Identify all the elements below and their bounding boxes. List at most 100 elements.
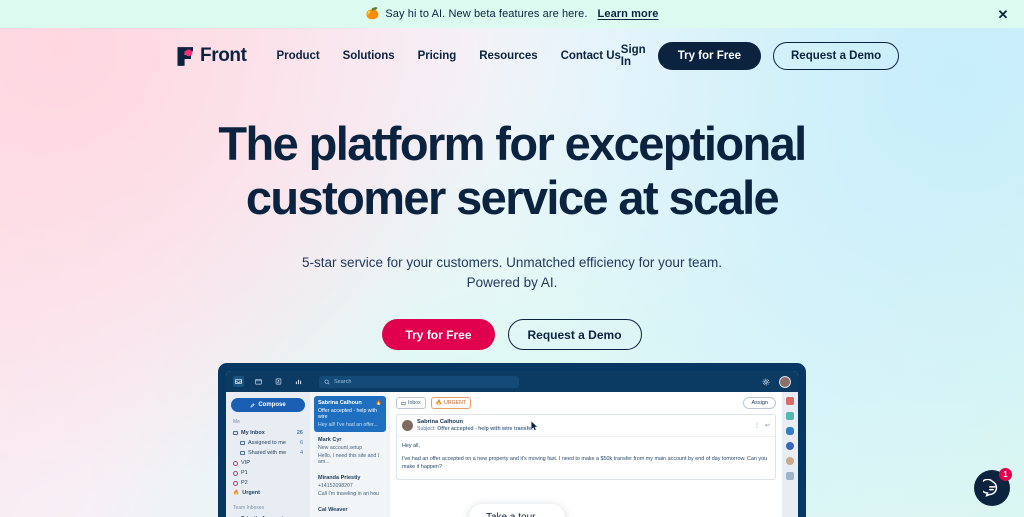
message-greeting: Hey all, xyxy=(402,443,420,449)
list-item-preview: Call I'm traveling in an hou xyxy=(318,491,379,497)
nav-item-solutions[interactable]: Solutions xyxy=(343,50,395,62)
rail-icon-add[interactable] xyxy=(786,472,794,480)
app-right-rail xyxy=(782,392,798,517)
tag-urgent-label: URGENT xyxy=(444,400,467,406)
sign-in-link[interactable]: Sign In xyxy=(621,44,646,68)
hero-subheadline: 5-star service for your customers. Unmat… xyxy=(302,255,722,290)
page-background: Front Product Solutions Pricing Resource… xyxy=(0,28,1024,517)
hero-cta-group: Try for Free Request a Demo xyxy=(0,319,1024,350)
front-logo[interactable]: Front xyxy=(176,45,247,67)
sidebar-group-me: Me xyxy=(233,419,240,425)
app-search-input[interactable]: Search xyxy=(319,375,519,388)
chat-bubble-icon xyxy=(982,478,997,497)
list-item[interactable]: Cal Weaver xyxy=(314,502,386,517)
inbox-icon xyxy=(233,431,238,435)
fire-icon: 🔥 xyxy=(233,490,240,496)
sidebar-item-label: P2 xyxy=(241,480,248,486)
announcement-text: Say hi to AI. New beta features are here… xyxy=(385,8,588,20)
rail-icon-chat[interactable] xyxy=(786,427,794,435)
rail-icon-teal[interactable] xyxy=(786,412,794,420)
nav-item-pricing[interactable]: Pricing xyxy=(418,50,457,62)
mouse-cursor-icon xyxy=(531,421,538,431)
sidebar-item-label: My Inbox xyxy=(241,430,265,436)
app-body: Compose Me My Inbox 26 Assigned to me 6 xyxy=(226,392,798,517)
close-icon[interactable]: ✕ xyxy=(996,7,1010,21)
top-navigation: Front Product Solutions Pricing Resource… xyxy=(0,32,1024,80)
app-sidebar: Compose Me My Inbox 26 Assigned to me 6 xyxy=(226,392,310,517)
compose-icon xyxy=(250,402,255,407)
front-logo-text: Front xyxy=(200,45,247,66)
tag-inbox-label: Inbox xyxy=(408,400,421,406)
hero-try-for-free-button[interactable]: Try for Free xyxy=(382,319,495,350)
list-item[interactable]: 🔥 Sabrina Calhoun Offer accepted - help … xyxy=(314,396,386,432)
tag-icon xyxy=(233,470,238,476)
inbox-icon[interactable] xyxy=(233,376,244,387)
analytics-icon[interactable] xyxy=(293,376,304,387)
tag-urgent[interactable]: 🔥 URGENT xyxy=(430,397,472,409)
tag-inbox[interactable]: Inbox xyxy=(396,397,426,409)
hero-request-demo-button[interactable]: Request a Demo xyxy=(507,319,642,350)
nav-request-demo-button[interactable]: Request a Demo xyxy=(773,42,900,70)
sidebar-item-my-inbox[interactable]: My Inbox 26 xyxy=(231,428,305,438)
app-search-placeholder: Search xyxy=(334,378,352,385)
list-item-subject: New account setup xyxy=(318,445,363,451)
compose-button[interactable]: Compose xyxy=(231,398,305,412)
sidebar-item-label: VIP xyxy=(241,460,250,466)
gear-icon[interactable] xyxy=(760,376,771,387)
fire-icon: 🔥 xyxy=(435,400,443,406)
reading-pane-tags: Inbox 🔥 URGENT Assign xyxy=(396,397,776,409)
reply-icon[interactable]: ↩ xyxy=(765,422,770,429)
sidebar-item-urgent[interactable]: 🔥 Urgent xyxy=(231,488,305,498)
message-sender: Sabrina Calhoun xyxy=(417,419,464,425)
app-mockup: Search Compose Me My Inbox 26 Assigned t… xyxy=(226,371,798,517)
rail-icon-red[interactable] xyxy=(786,397,794,405)
rail-icon-blue[interactable] xyxy=(786,442,794,450)
hero-section: The platform for exceptional customer se… xyxy=(0,80,1024,350)
nav-item-contact-us[interactable]: Contact Us xyxy=(561,50,621,62)
nav-menu: Product Solutions Pricing Resources Cont… xyxy=(277,50,621,62)
chat-widget-button[interactable]: 1 xyxy=(974,468,1012,506)
message-subject-label: Subject: xyxy=(417,426,436,432)
list-item[interactable]: Mark Cyr New account setup Hello, I need… xyxy=(314,432,386,470)
chat-unread-badge: 1 xyxy=(999,468,1012,481)
list-item-sender: Cal Weaver xyxy=(318,507,348,513)
nav-try-for-free-button[interactable]: Try for Free xyxy=(657,42,761,70)
learn-more-link[interactable]: Learn more xyxy=(598,8,659,20)
people-icon xyxy=(240,451,245,455)
person-icon xyxy=(240,441,245,445)
sidebar-item-label: Urgent xyxy=(242,490,260,496)
list-item-sender: Sabrina Calhoun xyxy=(318,400,362,406)
message-actions: ⋮ ↩ xyxy=(754,422,770,429)
contacts-icon[interactable] xyxy=(273,376,284,387)
sidebar-item-assigned-to-me[interactable]: Assigned to me 6 xyxy=(231,438,305,448)
list-item-sender: Mark Cyr xyxy=(318,437,342,443)
reading-pane: Inbox 🔥 URGENT Assign Sabrina Calhoun Su… xyxy=(390,392,782,517)
nav-item-product[interactable]: Product xyxy=(277,50,320,62)
list-item-subject: +14152098207 xyxy=(318,483,353,489)
take-a-tour-button[interactable]: Take a tour → xyxy=(469,504,566,517)
more-options-icon[interactable]: ⋮ xyxy=(754,422,760,429)
calendar-icon[interactable] xyxy=(253,376,264,387)
sidebar-item-count: 4 xyxy=(299,450,303,456)
sidebar-item-p1[interactable]: P1 xyxy=(231,468,305,478)
sidebar-item-vip[interactable]: VIP xyxy=(231,458,305,468)
product-screenshot: Search Compose Me My Inbox 26 Assigned t… xyxy=(218,363,806,517)
sidebar-item-shared-with-me[interactable]: Shared with me 4 xyxy=(231,448,305,458)
avatar[interactable] xyxy=(779,375,791,388)
sidebar-item-count: 26 xyxy=(296,430,303,436)
inbox-icon xyxy=(401,401,406,405)
assign-button[interactable]: Assign xyxy=(743,397,776,409)
nav-item-resources[interactable]: Resources xyxy=(479,50,537,62)
message-card: Sabrina Calhoun Subject: Offer accepted … xyxy=(396,414,776,480)
sidebar-item-p2[interactable]: P2 xyxy=(231,478,305,488)
search-icon xyxy=(324,379,330,384)
sidebar-item-label: Shared with me xyxy=(248,450,287,456)
list-item[interactable]: Miranda Priestly +14152098207 Call I'm t… xyxy=(314,470,386,502)
message-text: I've had an offer accepted on a new prop… xyxy=(402,456,768,470)
app-topbar: Search xyxy=(226,371,798,392)
page-title: The platform for exceptional customer se… xyxy=(218,117,807,224)
message-header: Sabrina Calhoun Subject: Offer accepted … xyxy=(397,415,775,437)
tag-icon xyxy=(233,460,238,466)
rail-icon-tan[interactable] xyxy=(786,457,794,465)
fire-icon: 🔥 xyxy=(375,400,382,406)
